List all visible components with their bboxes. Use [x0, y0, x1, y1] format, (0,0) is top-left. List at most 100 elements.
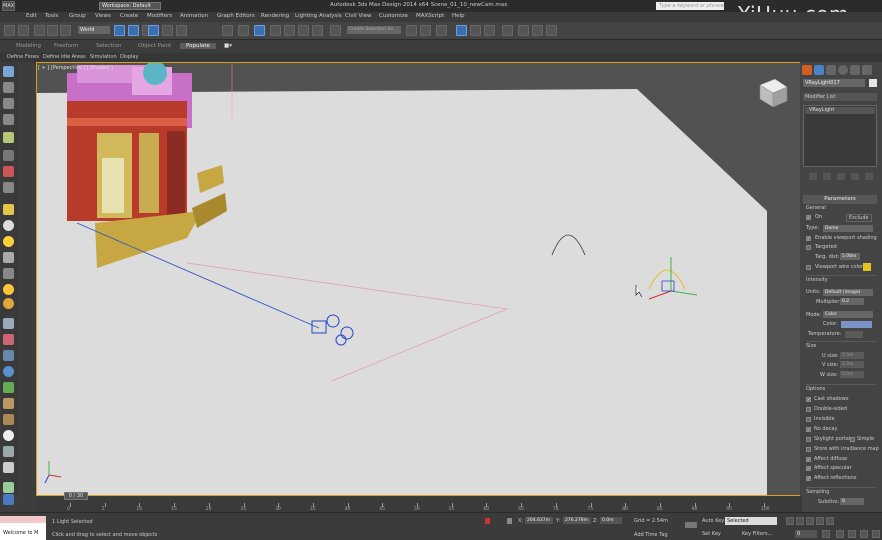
zoom-all-icon[interactable] [848, 530, 856, 538]
define-flows-button[interactable]: Define Flows [7, 54, 39, 60]
object-color-swatch[interactable] [869, 79, 877, 87]
y-coord-field[interactable]: 276.278m [563, 517, 591, 524]
menu-group[interactable]: Group [69, 13, 86, 19]
rendered-frame-window-icon[interactable] [532, 25, 543, 36]
ribbon-tab-populate[interactable]: Populate [180, 43, 216, 49]
motion-tab-icon[interactable] [838, 65, 848, 75]
x-coord-field[interactable]: 264.637m [525, 517, 553, 524]
display-tab-icon[interactable] [850, 65, 860, 75]
viewport-scene[interactable] [37, 63, 801, 495]
menu-tools[interactable]: Tools [45, 13, 59, 19]
menu-views[interactable]: Views [95, 13, 111, 19]
populate-tool-icon[interactable] [3, 252, 14, 263]
parameters-rollout-header[interactable]: Parameters [803, 195, 877, 204]
viewport-shading-checkbox[interactable]: ✔ [806, 236, 811, 241]
light-color-swatch[interactable] [841, 321, 872, 328]
viewport-label-menu[interactable]: [ + ] [Perspective ] [ Shaded ] [38, 65, 113, 71]
keyboard-shortcut-icon[interactable] [254, 25, 265, 36]
ribbon-tab-object-paint[interactable]: Object Paint [138, 43, 171, 49]
populate-tool-icon[interactable] [3, 66, 14, 77]
select-by-name-icon[interactable] [128, 25, 139, 36]
menu-edit[interactable]: Edit [26, 13, 37, 19]
manipulate-icon[interactable] [238, 25, 249, 36]
select-link-icon[interactable] [34, 25, 45, 36]
populate-tool-icon[interactable] [3, 366, 14, 377]
viewcube[interactable] [759, 78, 788, 108]
current-frame-field[interactable]: 0 [795, 530, 817, 538]
ribbon-tab-selection[interactable]: Selection [96, 43, 121, 49]
w-size-field[interactable]: 0.0m [840, 371, 864, 378]
keyword-search-input[interactable]: Type a keyword or phrase [656, 2, 724, 10]
populate-tool-icon[interactable] [3, 318, 14, 329]
affect-specular-checkbox[interactable]: ✔ [806, 466, 811, 471]
populate-tool-icon[interactable] [3, 298, 14, 309]
populate-tool-icon[interactable] [3, 430, 14, 441]
populate-tool-icon[interactable] [3, 284, 14, 295]
modifier-list-dropdown[interactable]: Modifier List [803, 93, 877, 101]
make-unique-icon[interactable] [837, 173, 845, 180]
select-and-move-icon[interactable] [148, 25, 159, 36]
simple-checkbox[interactable] [850, 437, 855, 442]
type-dropdown[interactable]: Dome [823, 225, 873, 232]
menu-lighting-analysis[interactable]: Lighting Analysis [295, 13, 342, 19]
targ-dist-field[interactable]: 5.08m [840, 253, 860, 260]
define-idle-areas-button[interactable]: Define Idle Areas [43, 54, 86, 60]
populate-tool-icon[interactable] [3, 268, 14, 279]
populate-tool-icon[interactable] [3, 98, 14, 109]
show-end-result-icon[interactable] [823, 173, 831, 180]
populate-tool-icon[interactable] [3, 482, 14, 493]
temperature-field[interactable] [845, 331, 863, 338]
ribbon-tab-freeform[interactable]: Freeform [54, 43, 79, 49]
populate-tool-icon[interactable] [3, 114, 14, 125]
zoom-icon[interactable] [836, 530, 844, 538]
populate-tool-icon[interactable] [3, 414, 14, 425]
utilities-tab-icon[interactable] [862, 65, 872, 75]
select-and-scale-icon[interactable] [176, 25, 187, 36]
key-filters-button[interactable]: Key Filters... [742, 531, 772, 537]
double-sided-checkbox[interactable] [806, 407, 811, 412]
v-size-field[interactable]: 2.5m [840, 361, 864, 368]
cast-shadows-checkbox[interactable]: ✔ [806, 397, 811, 402]
maxscript-macro-recorder[interactable] [0, 516, 46, 523]
display-button[interactable]: Display [120, 54, 138, 60]
populate-tool-icon[interactable] [3, 334, 14, 345]
reference-coordinate-dropdown[interactable]: World [78, 26, 110, 34]
set-key-button[interactable]: Set Key [702, 531, 721, 537]
modify-tab-icon[interactable] [814, 65, 824, 75]
populate-tool-icon[interactable] [3, 398, 14, 409]
store-irradiance-checkbox[interactable] [806, 447, 811, 452]
menu-graph-editors[interactable]: Graph Editors [217, 13, 255, 19]
invisible-checkbox[interactable] [806, 417, 811, 422]
select-and-rotate-icon[interactable] [162, 25, 173, 36]
maxscript-mini-listener[interactable]: Welcome to M [2, 529, 44, 537]
viewport-wire-color-checkbox[interactable] [806, 265, 811, 270]
bind-space-warp-icon[interactable] [60, 25, 71, 36]
exclude-button[interactable]: Exclude [846, 214, 872, 222]
populate-tool-icon[interactable] [3, 236, 14, 247]
spinner-snap-icon[interactable] [312, 25, 323, 36]
undo-icon[interactable] [4, 25, 15, 36]
absolute-mode-icon[interactable] [507, 518, 512, 524]
render-setup-icon[interactable] [518, 25, 529, 36]
populate-tool-icon[interactable] [3, 150, 14, 161]
maximize-viewport-icon[interactable] [872, 530, 880, 538]
remove-modifier-icon[interactable] [851, 173, 859, 180]
ribbon-tab-modeling[interactable]: Modeling [16, 43, 41, 49]
pan-icon[interactable] [860, 530, 868, 538]
populate-tool-icon[interactable] [3, 132, 14, 143]
schematic-view-icon[interactable] [484, 25, 495, 36]
play-icon[interactable] [806, 517, 814, 525]
simulation-button[interactable]: Simulation [90, 54, 117, 60]
add-time-tag-button[interactable]: Add Time Tag [634, 532, 668, 538]
menu-help[interactable]: Help [452, 13, 465, 19]
u-size-field[interactable]: 5.5m [840, 352, 864, 359]
no-decay-checkbox[interactable]: ✔ [806, 427, 811, 432]
populate-tool-icon[interactable] [3, 350, 14, 361]
edit-named-selection-icon[interactable] [330, 25, 341, 36]
mirror-icon[interactable] [406, 25, 417, 36]
populate-tool-icon[interactable] [3, 220, 14, 231]
menu-create[interactable]: Create [120, 13, 138, 19]
menu-rendering[interactable]: Rendering [261, 13, 289, 19]
populate-tool-icon[interactable] [3, 182, 14, 193]
affect-diffuse-checkbox[interactable]: ✔ [806, 457, 811, 462]
